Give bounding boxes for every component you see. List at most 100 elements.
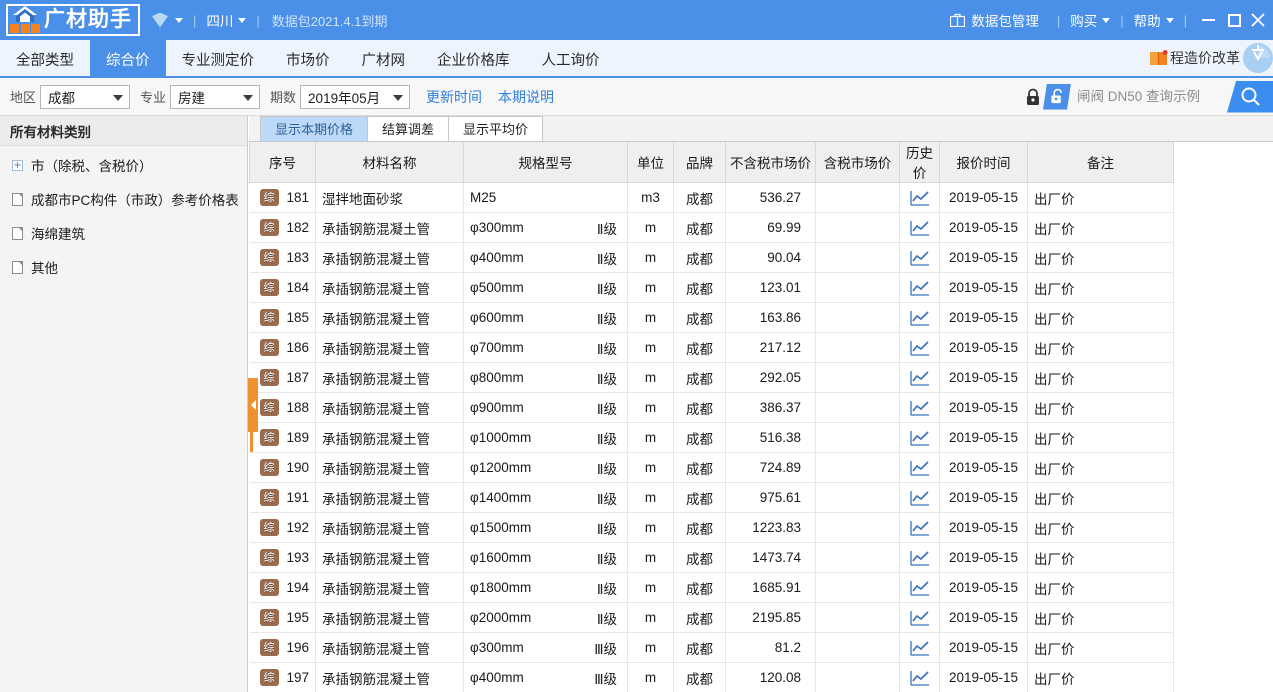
cell-history-price[interactable] [899,662,940,692]
cell-note[interactable]: 出厂价 [1027,302,1174,333]
table-row[interactable]: 综 189 承插钢筋混凝土管 φ1000mm Ⅱ级 m 成都 516.38 2019-05-15… [249,422,1174,453]
cell-material-name[interactable]: 承插钢筋混凝土管 [315,302,464,333]
cell-net-price[interactable]: 120.08 [725,662,816,692]
cell-quote-time[interactable]: 2019-05-15 [939,212,1028,243]
promo-banner[interactable]: 程造价改革 [1149,48,1241,68]
search-button[interactable] [1227,80,1273,113]
cell-quote-time[interactable]: 2019-05-15 [939,422,1028,453]
cell-history-price[interactable] [899,272,940,303]
cell-spec[interactable]: φ1200mm Ⅱ级 [463,452,628,483]
cell-unit[interactable]: m [627,572,674,603]
cell-unit[interactable]: m [627,602,674,633]
cell-spec[interactable]: φ300mm Ⅱ级 [463,212,628,243]
cell-brand[interactable]: 成都 [673,662,726,692]
cell-spec[interactable]: φ400mm Ⅲ级 [463,662,628,692]
table-row[interactable]: 综 191 承插钢筋混凝土管 φ1400mm Ⅱ级 m 成都 975.61 2019-05-15… [249,482,1174,513]
col-header-net-price[interactable]: 不含税市场价 [725,142,816,183]
cell-spec[interactable]: φ800mm Ⅱ级 [463,362,628,393]
cell-material-name[interactable]: 承插钢筋混凝土管 [315,542,464,573]
cell-net-price[interactable]: 1223.83 [725,512,816,543]
col-header-quote-time[interactable]: 报价时间 [939,142,1028,183]
cell-unit[interactable]: m3 [627,182,674,213]
cell-material-name[interactable]: 湿拌地面砂浆 [315,182,464,213]
cell-spec[interactable]: φ900mm Ⅱ级 [463,392,628,423]
cell-tax-price[interactable] [815,332,900,363]
cell-history-price[interactable] [899,332,940,363]
cell-seq[interactable]: 综 194 [249,572,316,603]
cell-spec[interactable]: φ400mm Ⅱ级 [463,242,628,273]
line-chart-icon[interactable] [909,250,930,266]
price-table-container[interactable]: 序号 材料名称 规格型号 单位 品牌 不含税市场价 含税市场价 历史价 报价时间… [249,142,1273,692]
cell-tax-price[interactable] [815,392,900,423]
line-chart-icon[interactable] [909,370,930,386]
tab-settlement-adjustment[interactable]: 结算调差 [367,116,450,141]
cell-quote-time[interactable]: 2019-05-15 [939,482,1028,513]
cell-brand[interactable]: 成都 [673,212,726,243]
col-header-seq[interactable]: 序号 [249,142,316,183]
cell-note[interactable]: 出厂价 [1027,332,1174,363]
cell-unit[interactable]: m [627,662,674,692]
line-chart-icon[interactable] [909,550,930,566]
tab-composite-price[interactable]: 综合价 [90,40,166,78]
cell-spec[interactable]: φ1500mm Ⅱ级 [463,512,628,543]
col-header-name[interactable]: 材料名称 [315,142,464,183]
update-time-link[interactable]: 更新时间 [426,87,482,107]
cell-seq[interactable]: 综 188 [249,392,316,423]
cell-brand[interactable]: 成都 [673,632,726,663]
tab-show-average-price[interactable]: 显示平均价 [448,116,544,141]
cell-seq[interactable]: 综 191 [249,482,316,513]
cell-seq[interactable]: 综 190 [249,452,316,483]
cell-spec[interactable]: φ1800mm Ⅱ级 [463,572,628,603]
tab-market-price[interactable]: 市场价 [270,40,346,78]
cell-seq[interactable]: 综 189 [249,422,316,453]
cell-seq[interactable]: 综 181 [249,182,316,213]
expand-plus-icon[interactable]: + [12,159,23,171]
cell-history-price[interactable] [899,302,940,333]
cell-history-price[interactable] [899,632,940,663]
tab-professional-price[interactable]: 专业测定价 [166,40,271,78]
help-menu[interactable]: 帮助 [1132,0,1176,40]
cell-quote-time[interactable]: 2019-05-15 [939,272,1028,303]
cell-net-price[interactable]: 123.01 [725,272,816,303]
cell-brand[interactable]: 成都 [673,542,726,573]
cell-seq[interactable]: 综 184 [249,272,316,303]
cell-unit[interactable]: m [627,362,674,393]
cell-spec[interactable]: φ600mm Ⅱ级 [463,302,628,333]
cell-seq[interactable]: 综 193 [249,542,316,573]
cell-brand[interactable]: 成都 [673,302,726,333]
cell-spec[interactable]: φ1400mm Ⅱ级 [463,482,628,513]
cell-tax-price[interactable] [815,212,900,243]
cell-tax-price[interactable] [815,602,900,633]
tab-all-types[interactable]: 全部类型 [0,40,90,78]
cell-material-name[interactable]: 承插钢筋混凝土管 [315,422,464,453]
cell-tax-price[interactable] [815,362,900,393]
cell-history-price[interactable] [899,422,940,453]
cell-quote-time[interactable]: 2019-05-15 [939,392,1028,423]
cell-unit[interactable]: m [627,212,674,243]
cell-quote-time[interactable]: 2019-05-15 [939,602,1028,633]
cell-net-price[interactable]: 1685.91 [725,572,816,603]
table-row[interactable]: 综 185 承插钢筋混凝土管 φ600mm Ⅱ级 m 成都 163.86 2019-05-15 出… [249,302,1174,333]
line-chart-icon[interactable] [909,400,930,416]
line-chart-icon[interactable] [909,640,930,656]
cell-note[interactable]: 出厂价 [1027,512,1174,543]
buy-menu[interactable]: 购买 [1068,0,1112,40]
cell-material-name[interactable]: 承插钢筋混凝土管 [315,452,464,483]
cell-quote-time[interactable]: 2019-05-15 [939,452,1028,483]
cell-tax-price[interactable] [815,302,900,333]
col-header-unit[interactable]: 单位 [627,142,674,183]
cell-material-name[interactable]: 承插钢筋混凝土管 [315,362,464,393]
cell-spec[interactable]: φ1000mm Ⅱ级 [463,422,628,453]
col-header-tax-price[interactable]: 含税市场价 [815,142,900,183]
vip-dropdown[interactable] [168,0,185,40]
cell-brand[interactable]: 成都 [673,392,726,423]
cell-quote-time[interactable]: 2019-05-15 [939,182,1028,213]
cell-history-price[interactable] [899,602,940,633]
cell-unit[interactable]: m [627,392,674,423]
cell-note[interactable]: 出厂价 [1027,242,1174,273]
cell-net-price[interactable]: 975.61 [725,482,816,513]
cell-seq[interactable]: 综 192 [249,512,316,543]
cell-unit[interactable]: m [627,452,674,483]
cell-unit[interactable]: m [627,272,674,303]
cell-net-price[interactable]: 90.04 [725,242,816,273]
